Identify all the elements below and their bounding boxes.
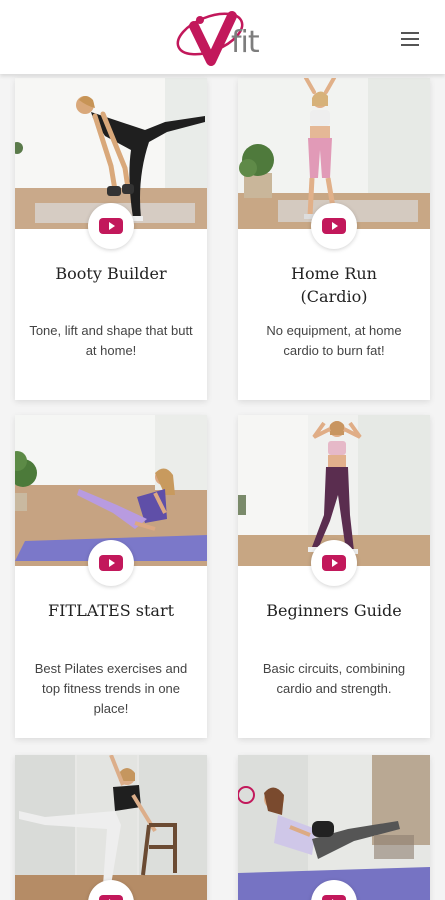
logo-wordmark: fit bbox=[231, 25, 260, 60]
workout-thumbnail[interactable] bbox=[15, 755, 207, 900]
workout-title: FITLATES start bbox=[47, 601, 175, 620]
top-bar: fit bbox=[0, 0, 445, 74]
workout-card-booty-builder[interactable]: Booty Builder Tone, lift and shape that … bbox=[15, 78, 207, 400]
workout-title: Home Run (Cardio) bbox=[291, 264, 377, 306]
vfit-logo[interactable] bbox=[174, 6, 274, 66]
youtube-play-icon[interactable] bbox=[88, 203, 134, 249]
workout-title: Beginners Guide bbox=[266, 601, 402, 620]
workout-title: Booty Builder bbox=[55, 264, 167, 283]
youtube-play-icon[interactable] bbox=[88, 540, 134, 586]
hamburger-menu-icon[interactable] bbox=[395, 27, 425, 53]
workout-description: No equipment, at home cardio to burn fat… bbox=[266, 323, 402, 358]
workout-thumbnail[interactable] bbox=[238, 755, 430, 900]
workout-card-home-run[interactable]: Home Run (Cardio) No equipment, at home … bbox=[238, 78, 430, 400]
workout-card[interactable] bbox=[15, 755, 207, 900]
workout-description: Tone, lift and shape that butt at home! bbox=[29, 323, 193, 358]
youtube-play-icon[interactable] bbox=[311, 203, 357, 249]
app-screen: fit Booty Builder Tone, lift and shape t… bbox=[0, 0, 445, 900]
workout-description: Basic circuits, combining cardio and str… bbox=[262, 661, 406, 696]
workout-card[interactable] bbox=[238, 755, 430, 900]
workout-card-beginners-guide[interactable]: Beginners Guide Basic circuits, combinin… bbox=[238, 415, 430, 738]
workout-card-fitlates-start[interactable]: FITLATES start Best Pilates exercises an… bbox=[15, 415, 207, 738]
workout-description: Best Pilates exercises and top fitness t… bbox=[34, 661, 188, 716]
youtube-play-icon[interactable] bbox=[311, 540, 357, 586]
